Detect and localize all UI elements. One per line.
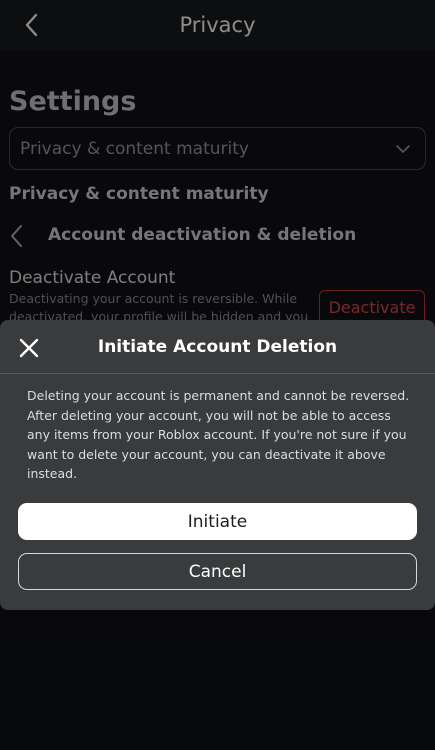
dialog-header: Initiate Account Deletion [0,320,435,374]
initiate-button[interactable]: Initiate [18,503,417,540]
dialog-title: Initiate Account Deletion [97,336,338,357]
close-icon [19,338,39,358]
dialog-body-text: Deleting your account is permanent and c… [27,388,410,481]
close-button[interactable] [17,336,41,360]
cancel-button[interactable]: Cancel [18,553,417,590]
initiate-deletion-dialog: Initiate Account Deletion Deleting your … [0,320,435,610]
